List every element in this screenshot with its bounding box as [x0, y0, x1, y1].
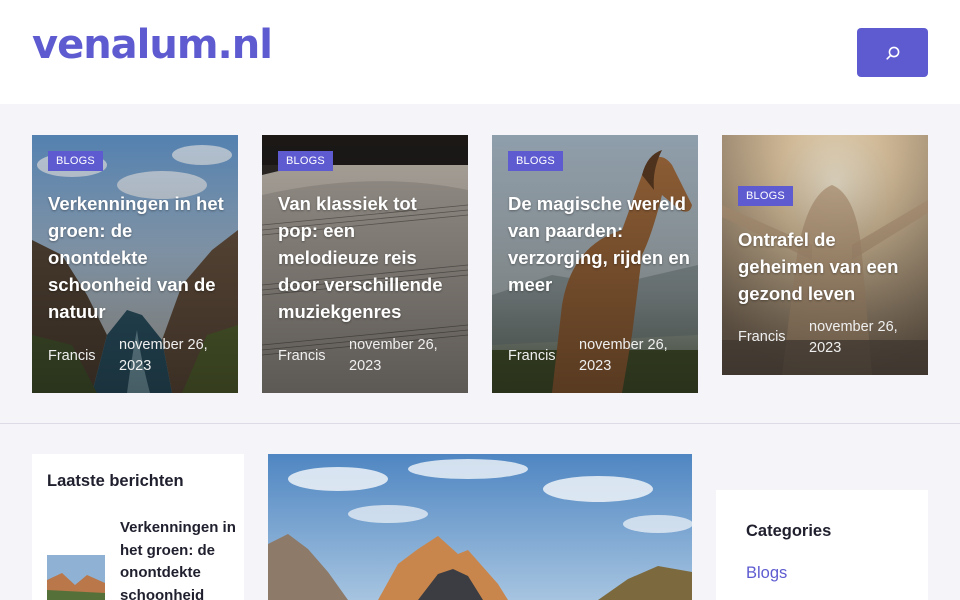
card-date: november 26, 2023 [579, 337, 668, 374]
widget-title: Laatste berichten [47, 472, 184, 490]
latest-post-link[interactable]: Verkenningen in het groen: de onontdekte… [120, 517, 236, 600]
latest-posts-widget: Laatste berichten Verkenningen in het gr… [32, 454, 244, 600]
card-author[interactable]: Francis [508, 348, 556, 364]
featured-card[interactable]: BLOGS Verkenningen in het groen: de onon… [32, 135, 238, 393]
card-author[interactable]: Francis [48, 348, 96, 364]
site-logo[interactable]: venalum.nl [32, 22, 273, 68]
category-badge[interactable]: BLOGS [738, 186, 793, 206]
featured-posts: BLOGS Verkenningen in het groen: de onon… [0, 104, 960, 424]
card-author[interactable]: Francis [738, 329, 786, 345]
featured-card[interactable]: BLOGS Van klassiek tot pop: een melodieu… [262, 135, 468, 393]
card-date: november 26, 2023 [349, 337, 438, 374]
card-title[interactable]: Ontrafel de geheimen van een gezond leve… [738, 226, 920, 307]
featured-card[interactable]: BLOGS De magische wereld van paarden: ve… [492, 135, 698, 393]
card-title[interactable]: De magische wereld van paarden: verzorgi… [508, 190, 690, 298]
site-header: venalum.nl [0, 0, 960, 104]
featured-card[interactable]: BLOGS Ontrafel de geheimen van een gezon… [722, 135, 928, 375]
card-date: november 26, 2023 [809, 319, 898, 356]
category-badge[interactable]: BLOGS [508, 151, 563, 171]
card-title[interactable]: Verkenningen in het groen: de onontdekte… [48, 190, 230, 325]
search-button[interactable] [857, 28, 928, 77]
card-date: november 26, 2023 [119, 337, 208, 374]
search-icon [885, 46, 899, 60]
widget-title: Categories [746, 522, 832, 540]
post-thumbnail[interactable] [47, 555, 105, 600]
card-title[interactable]: Van klassiek tot pop: een melodieuze rei… [278, 190, 460, 325]
card-author[interactable]: Francis [278, 348, 326, 364]
category-badge[interactable]: BLOGS [278, 151, 333, 171]
category-link-blogs[interactable]: Blogs [746, 564, 787, 583]
categories-widget: Categories Blogs [716, 490, 928, 600]
category-badge[interactable]: BLOGS [48, 151, 103, 171]
hero-canyon-image[interactable] [268, 454, 692, 600]
